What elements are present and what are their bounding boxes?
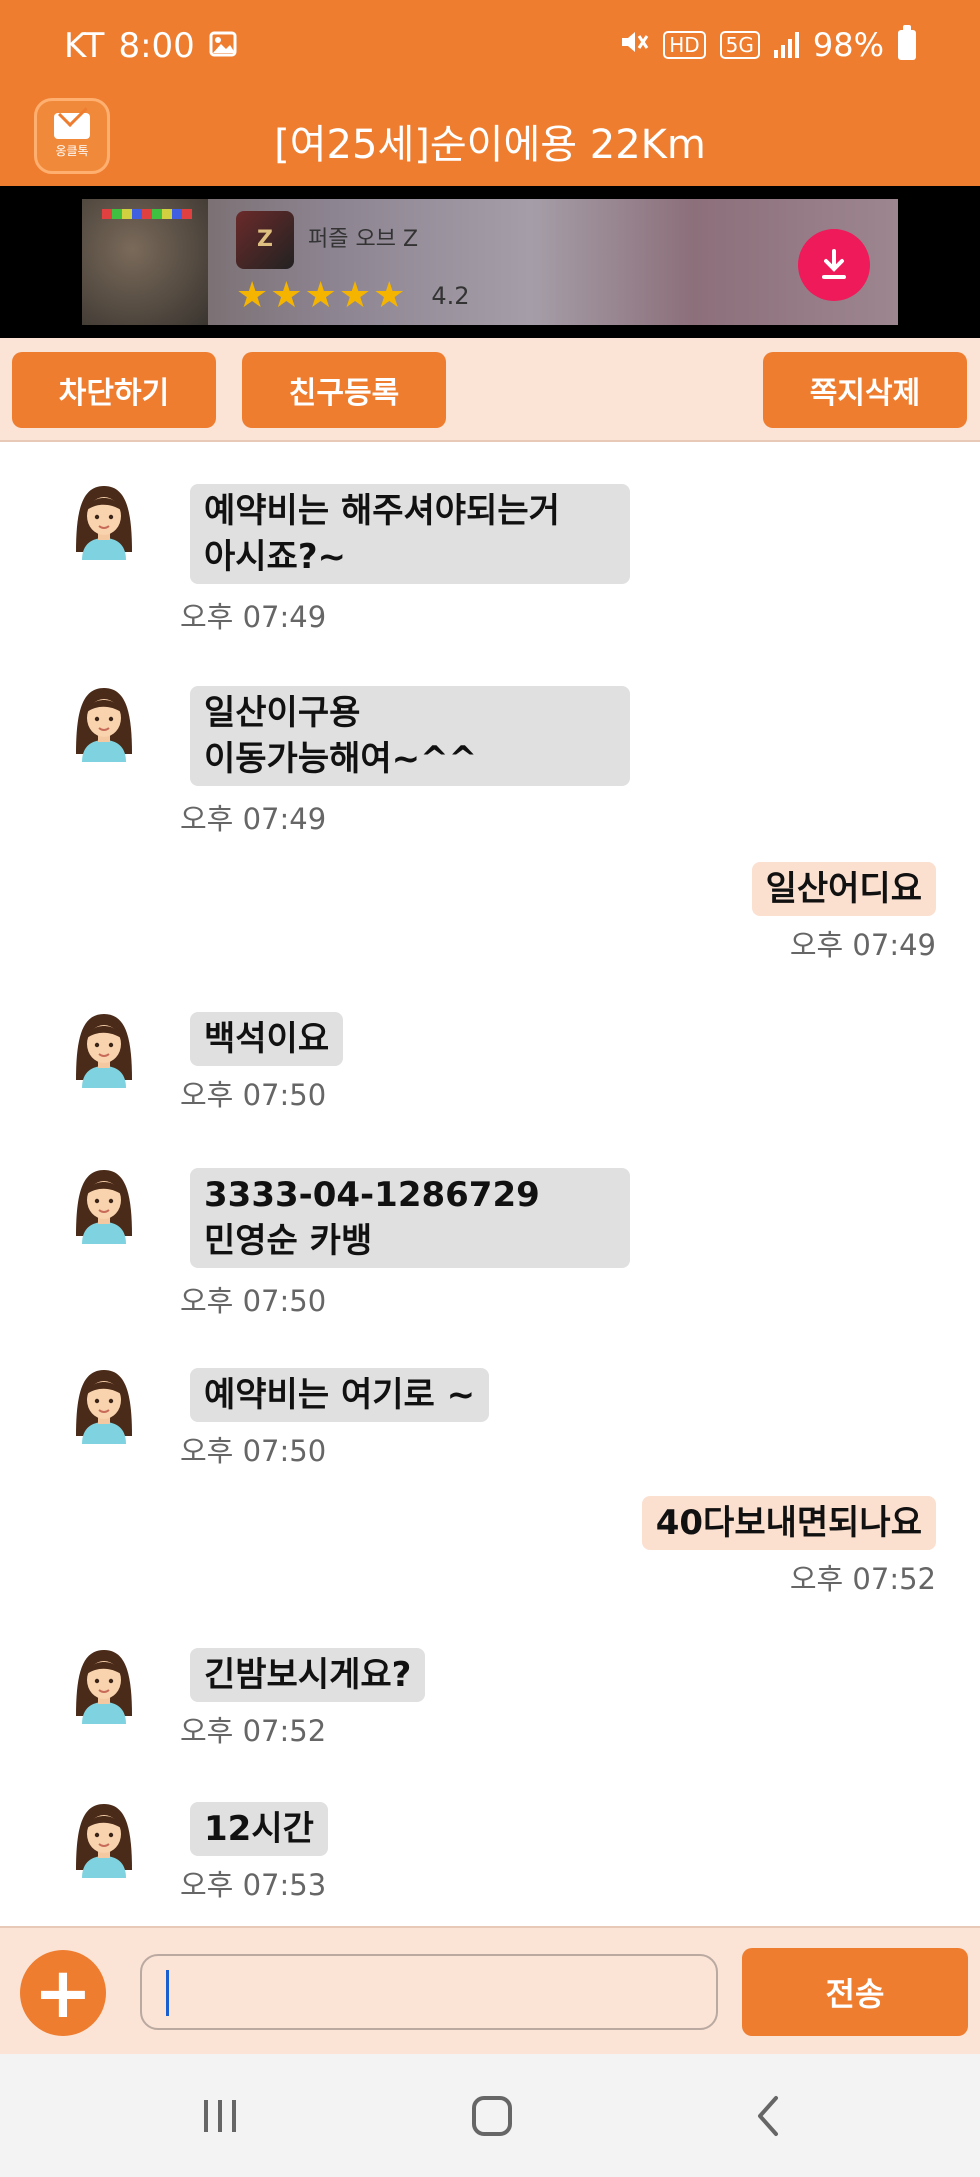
status-bar: KT 8:00 HD 5G 98% (0, 0, 980, 96)
message-timestamp: 오후 07:52 (789, 1562, 936, 1596)
message-bubble[interactable]: 12시간 (190, 1802, 328, 1856)
block-button[interactable]: 차단하기 (12, 352, 216, 428)
ad-container: Z 퍼즐 오브 Z ★★★★★ 4.2 (0, 186, 980, 338)
battery-icon (898, 25, 916, 60)
system-nav-bar (0, 2054, 980, 2177)
back-icon[interactable] (752, 2094, 782, 2138)
sender-avatar[interactable] (68, 682, 140, 762)
home-icon[interactable] (470, 2094, 514, 2138)
ad-app-name: 퍼즐 오브 Z (308, 227, 419, 252)
signal-icon (773, 32, 799, 58)
action-bar: 차단하기 친구등록 쪽지삭제 (0, 338, 980, 442)
app-header: 옹클톡 [여25세]순이에용 22Km (0, 96, 980, 186)
message-bubble[interactable]: 일산이구용 이동가능해여~^^ (190, 686, 630, 786)
add-friend-button[interactable]: 친구등록 (242, 352, 446, 428)
ad-game-screenshot (82, 199, 208, 325)
mute-icon (619, 26, 649, 64)
text-caret (166, 1970, 169, 2016)
message-bubble[interactable]: 예약비는 여기로 ~ (190, 1368, 490, 1422)
carrier-label: KT (64, 26, 105, 66)
ad-banner[interactable]: Z 퍼즐 오브 Z ★★★★★ 4.2 (82, 199, 898, 325)
message-bubble[interactable]: 백석이요 (190, 1012, 344, 1066)
recents-icon[interactable] (200, 2094, 240, 2138)
download-icon[interactable] (798, 229, 870, 301)
battery-level: 98% (812, 26, 884, 64)
sender-avatar[interactable] (68, 1008, 140, 1088)
message-timestamp: 오후 07:52 (180, 1714, 327, 1748)
conversation-title: [여25세]순이에용 22Km (274, 122, 706, 168)
message-input[interactable] (140, 1954, 718, 2030)
message-bubble[interactable]: 40다보내면되나요 (641, 1496, 936, 1550)
network-badge: 5G (719, 31, 760, 59)
message-bubble[interactable]: 3333-04-1286729 민영순 카뱅 (190, 1168, 630, 1268)
sender-avatar[interactable] (68, 480, 140, 560)
message-timestamp: 오후 07:50 (180, 1434, 327, 1468)
message-list[interactable]: 예약비는 해주셔야되는거 아시죠?~ 오후 07:49 일산이구용 이동가능해여~^… (0, 442, 980, 1926)
message-timestamp: 오후 07:49 (180, 600, 327, 634)
gallery-icon (209, 26, 237, 66)
message-timestamp: 오후 07:53 (180, 1868, 327, 1902)
send-button[interactable]: 전송 (742, 1948, 968, 2036)
status-left: KT 8:00 (64, 26, 237, 66)
message-timestamp: 오후 07:50 (180, 1078, 327, 1112)
status-right: HD 5G 98% (619, 25, 916, 64)
sender-avatar[interactable] (68, 1798, 140, 1878)
delete-messages-button[interactable]: 쪽지삭제 (763, 352, 967, 428)
message-timestamp: 오후 07:49 (789, 928, 936, 962)
sender-avatar[interactable] (68, 1364, 140, 1444)
composer-bar: + 전송 (0, 1926, 980, 2054)
message-timestamp: 오후 07:50 (180, 1284, 327, 1318)
ad-app-icon: Z (236, 211, 294, 269)
clock: 8:00 (118, 26, 195, 66)
message-timestamp: 오후 07:49 (180, 802, 327, 836)
message-bubble[interactable]: 긴밤보시게요? (190, 1648, 426, 1702)
message-bubble[interactable]: 예약비는 해주셔야되는거 아시죠?~ (190, 484, 630, 584)
message-bubble[interactable]: 일산어디요 (751, 862, 936, 916)
ad-star-rating: ★★★★★ 4.2 (236, 275, 470, 316)
sender-avatar[interactable] (68, 1644, 140, 1724)
ad-rating-value: 4.2 (431, 281, 470, 310)
star-icons: ★★★★★ (236, 275, 408, 316)
hd-badge: HD (663, 31, 706, 59)
sender-avatar[interactable] (68, 1164, 140, 1244)
attach-plus-button[interactable]: + (20, 1950, 106, 2036)
